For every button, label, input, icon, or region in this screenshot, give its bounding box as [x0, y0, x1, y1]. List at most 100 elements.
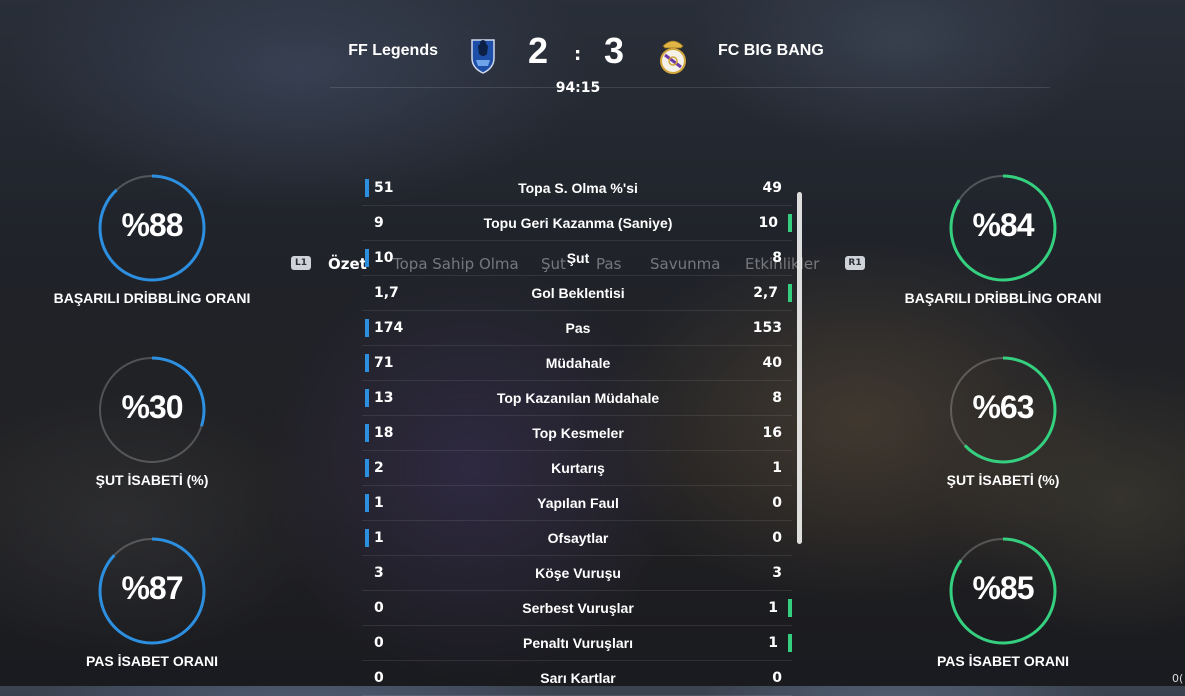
- match-clock: 94:15: [555, 80, 601, 96]
- stat-row: 1 Ofsaytlar 0: [362, 521, 792, 556]
- stat-label: Ofsaytlar: [547, 530, 609, 546]
- home-leader-bar: [365, 389, 369, 407]
- away-stat-value: 1: [768, 635, 778, 651]
- stat-row: 13 Top Kazanılan Müdahale 8: [362, 381, 792, 416]
- gauge-value: %87: [121, 570, 183, 606]
- home-pass-accuracy-label: PAS İSABET ORANI: [86, 653, 218, 669]
- stat-label: Pas: [565, 320, 591, 336]
- home-stat-value: 51: [374, 180, 394, 196]
- away-stat-value: 1: [768, 600, 778, 616]
- away-stat-value: 16: [762, 425, 782, 441]
- home-stat-value: 2: [374, 460, 384, 476]
- tab-ozet[interactable]: Özet: [328, 255, 367, 273]
- home-dribbling-gauge: %88: [97, 173, 207, 283]
- away-stat-value: 1: [772, 460, 782, 476]
- away-team-name: FC BIG BANG: [718, 42, 824, 59]
- away-leader-bar: [788, 284, 792, 302]
- home-stat-value: 71: [374, 355, 394, 371]
- away-stat-value: 0: [772, 670, 782, 686]
- home-leader-bar: [365, 424, 369, 442]
- stat-label: Yapılan Faul: [537, 495, 619, 511]
- away-stat-value: 0: [772, 530, 782, 546]
- away-pass-accuracy-gauge: %85: [948, 536, 1058, 646]
- away-stat-value: 0: [772, 495, 782, 511]
- home-stat-value: 13: [374, 390, 394, 406]
- stat-row: 2 Kurtarış 1: [362, 451, 792, 486]
- stat-row: 0 Sarı Kartlar 0: [362, 661, 792, 696]
- home-stat-value: 3: [374, 565, 384, 581]
- gauge-value: %30: [121, 389, 183, 425]
- gauge-value: %88: [121, 207, 183, 243]
- home-dribbling-label: BAŞARILI DRİBBLİNG ORANI: [53, 290, 251, 306]
- r1-button-icon[interactable]: R1: [845, 256, 865, 270]
- stat-label: Serbest Vuruşlar: [522, 600, 634, 616]
- away-stat-value: 10: [758, 215, 778, 231]
- home-shot-accuracy-label: ŞUT İSABETİ (%): [95, 472, 209, 488]
- home-stat-value: 10: [374, 250, 394, 266]
- stat-row: 51 Topa S. Olma %'si 49: [362, 171, 792, 206]
- stats-table: 51 Topa S. Olma %'si 49 9 Topu Geri Kazanma …: [362, 171, 792, 696]
- away-score: 3: [604, 30, 625, 71]
- gauge-value: %84: [972, 207, 1034, 243]
- home-stat-value: 0: [374, 670, 384, 686]
- home-leader-bar: [365, 319, 369, 337]
- stat-row: 1 Yapılan Faul 0: [362, 486, 792, 521]
- gauge-value: %63: [972, 389, 1034, 425]
- stat-label: Penaltı Vuruşları: [523, 635, 633, 651]
- stats-scrollbar[interactable]: [797, 192, 802, 544]
- home-leader-bar: [365, 249, 369, 267]
- stat-row: 71 Müdahale 40: [362, 346, 792, 381]
- home-leader-bar: [365, 459, 369, 477]
- home-leader-bar: [365, 179, 369, 197]
- away-shot-accuracy-gauge: %63: [948, 355, 1058, 465]
- stat-row: 0 Penaltı Vuruşları 1: [362, 626, 792, 661]
- home-stat-value: 1: [374, 495, 384, 511]
- home-shot-accuracy-gauge: %30: [97, 355, 207, 465]
- gauge-value: %85: [972, 570, 1034, 606]
- stat-label: Kurtarış: [551, 460, 605, 476]
- real-madrid-crest-icon: [656, 34, 690, 74]
- away-pass-accuracy-label: PAS İSABET ORANI: [937, 653, 1069, 669]
- stat-row: 3 Köşe Vuruşu 3: [362, 556, 792, 591]
- stat-row: 9 Topu Geri Kazanma (Saniye) 10: [362, 206, 792, 241]
- stats-tab-bar: L1 Özet Topa Sahip Olma Şut Pas Savunma …: [0, 126, 1185, 273]
- home-stat-value: 1,7: [374, 285, 399, 301]
- blue-club-crest-icon: [468, 34, 498, 74]
- away-stat-value: 8: [772, 250, 782, 266]
- stat-row: 174 Pas 153: [362, 311, 792, 346]
- home-stat-value: 18: [374, 425, 394, 441]
- stat-label: Gol Beklentisi: [531, 285, 625, 301]
- home-stat-value: 0: [374, 635, 384, 651]
- match-header: FF Legends 2 : 3 FC BIG BANG 94:15: [0, 0, 1185, 110]
- home-leader-bar: [365, 354, 369, 372]
- home-stat-value: 9: [374, 215, 384, 231]
- stat-label: Topa S. Olma %'si: [518, 180, 638, 196]
- away-stat-value: 8: [772, 390, 782, 406]
- away-leader-bar: [788, 599, 792, 617]
- corner-text: 0(: [1172, 672, 1184, 685]
- stat-row: 18 Top Kesmeler 16: [362, 416, 792, 451]
- away-stat-value: 153: [752, 320, 782, 336]
- stat-row: 1,7 Gol Beklentisi 2,7: [362, 276, 792, 311]
- home-leader-bar: [365, 529, 369, 547]
- home-stat-value: 1: [374, 530, 384, 546]
- stat-label: Müdahale: [545, 355, 611, 371]
- score-separator: :: [574, 44, 582, 65]
- home-team-name: FF Legends: [348, 42, 438, 59]
- stat-label: Şut: [566, 250, 590, 266]
- stat-row: 0 Serbest Vuruşlar 1: [362, 591, 792, 626]
- stat-label: Top Kesmeler: [532, 425, 624, 441]
- stat-label: Köşe Vuruşu: [535, 565, 621, 581]
- home-stat-value: 0: [374, 600, 384, 616]
- away-stat-value: 3: [772, 565, 782, 581]
- home-score: 2: [528, 30, 549, 71]
- away-stat-value: 49: [762, 180, 782, 196]
- away-dribbling-label: BAŞARILI DRİBBLİNG ORANI: [904, 290, 1102, 306]
- away-dribbling-gauge: %84: [948, 173, 1058, 283]
- home-leader-bar: [365, 494, 369, 512]
- away-stat-value: 40: [762, 355, 782, 371]
- stat-row: 10 Şut 8: [362, 241, 792, 276]
- away-leader-bar: [788, 634, 792, 652]
- l1-button-icon[interactable]: L1: [291, 256, 311, 270]
- header-divider: [330, 87, 1050, 88]
